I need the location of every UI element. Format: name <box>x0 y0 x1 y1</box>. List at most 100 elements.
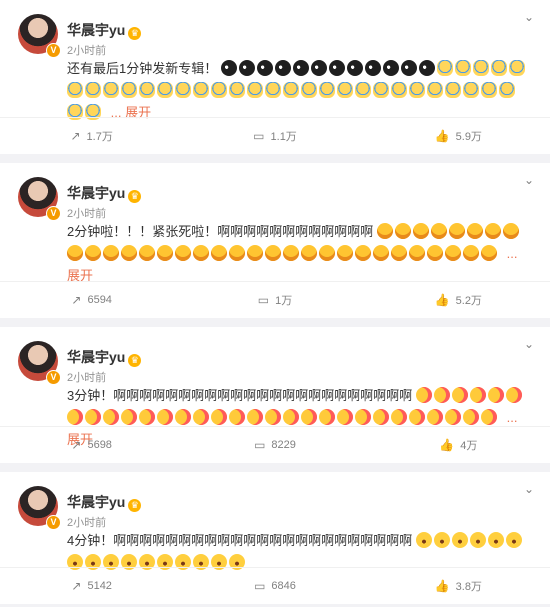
comment-button[interactable]: ▭ 1万 <box>183 292 366 308</box>
like-button[interactable]: 👍 5.9万 <box>367 128 550 144</box>
chevron-down-icon[interactable]: ⌄ <box>524 10 534 24</box>
post-card: V 华晨宇yu ♛ 2小时前 ⌄ 3分钟！啊啊啊啊啊啊啊啊啊啊啊啊啊啊啊啊啊啊啊啊… <box>0 327 550 463</box>
kiss-emoji-icon <box>103 409 119 425</box>
angry-emoji-icon <box>394 223 411 239</box>
dark-emoji-icon <box>238 60 255 76</box>
angry-emoji-icon <box>391 245 407 261</box>
kiss-emoji-icon <box>427 409 443 425</box>
sweat-emoji-icon <box>139 82 155 98</box>
crown-icon: ♛ <box>128 354 142 367</box>
angry-emoji-icon <box>463 245 479 261</box>
sweat-emoji-icon <box>445 82 461 98</box>
angry-emoji-icon <box>193 245 209 261</box>
post-actions: ↗ 5698 ▭ 8229 👍 4万 <box>0 426 550 463</box>
kiss-emoji-icon <box>469 387 486 403</box>
dark-emoji-icon <box>292 60 309 76</box>
sweat-emoji-icon <box>121 82 137 98</box>
repost-count: 6594 <box>87 294 112 306</box>
dark-emoji-icon <box>418 60 435 76</box>
author-name[interactable]: 华晨宇yu <box>67 22 125 38</box>
post-content: 2分钟啦！！！紧张死啦！啊啊啊啊啊啊啊啊啊啊啊啊 ... 展开 <box>67 221 529 287</box>
angry-emoji-icon <box>484 223 501 239</box>
repost-button[interactable]: ↗ 5142 <box>0 579 183 593</box>
sweat-emoji-icon <box>265 82 281 98</box>
like-count: 5.9万 <box>455 131 482 143</box>
angry-emoji-icon <box>139 245 155 261</box>
like-icon: 👍 <box>434 129 450 143</box>
author-name[interactable]: 华晨宇yu <box>67 494 125 510</box>
chevron-down-icon[interactable]: ⌄ <box>524 482 534 496</box>
repost-count: 5142 <box>87 580 112 592</box>
kiss-emoji-icon <box>319 409 335 425</box>
sweat-emoji-icon <box>373 82 389 98</box>
like-count: 3.8万 <box>455 581 482 593</box>
kiss-emoji-icon <box>373 409 389 425</box>
dark-emoji-icon <box>328 60 345 76</box>
sweat-emoji-icon <box>157 82 173 98</box>
post-actions: ↗ 1.7万 ▭ 1.1万 👍 5.9万 <box>0 117 550 154</box>
angry-emoji-icon <box>85 245 101 261</box>
kiss-emoji-icon <box>301 409 317 425</box>
like-icon: 👍 <box>434 293 450 307</box>
kiss-emoji-icon <box>175 409 191 425</box>
kiss-emoji-icon <box>445 409 461 425</box>
sweat-emoji-icon <box>301 82 317 98</box>
sweat-emoji-icon <box>319 82 335 98</box>
like-button[interactable]: 👍 4万 <box>367 437 550 453</box>
comment-icon: ▭ <box>257 293 270 307</box>
sweat-emoji-icon <box>283 82 299 98</box>
sweat-emoji-icon <box>454 60 471 76</box>
comment-icon: ▭ <box>254 579 266 593</box>
chevron-down-icon[interactable]: ⌄ <box>524 173 534 187</box>
repost-button[interactable]: ↗ 5698 <box>0 438 183 452</box>
sweat-emoji-icon <box>247 82 263 98</box>
weibo-feed: V 华晨宇yu ♛ 2小时前 ⌄ 还有最后1分钟发新专辑！ ... 展开 ↗ 1.7… <box>0 0 550 604</box>
angry-emoji-icon <box>481 245 497 261</box>
post-text: 4分钟！啊啊啊啊啊啊啊啊啊啊啊啊啊啊啊啊啊啊啊啊啊啊啊 <box>67 533 413 548</box>
like-button[interactable]: 👍 3.8万 <box>367 578 550 594</box>
kiss-emoji-icon <box>481 409 497 425</box>
angry-emoji-icon <box>445 245 461 261</box>
author-name[interactable]: 华晨宇yu <box>67 185 125 201</box>
crown-icon: ♛ <box>128 190 142 203</box>
crown-icon: ♛ <box>128 499 142 512</box>
verified-badge-icon: V <box>46 515 61 530</box>
sweat-emoji-icon <box>355 82 371 98</box>
chevron-down-icon[interactable]: ⌄ <box>524 337 534 351</box>
dark-emoji-icon <box>346 60 363 76</box>
comment-button[interactable]: ▭ 1.1万 <box>183 128 366 144</box>
comment-button[interactable]: ▭ 8229 <box>183 438 366 452</box>
dark-emoji-icon <box>400 60 417 76</box>
post-header: 华晨宇yu ♛ 2小时前 <box>67 494 142 530</box>
comment-button[interactable]: ▭ 6846 <box>183 579 366 593</box>
sweat-emoji-icon <box>193 82 209 98</box>
sweat-emoji-icon <box>481 82 497 98</box>
repost-button[interactable]: ↗ 6594 <box>0 293 183 307</box>
angry-emoji-icon <box>229 245 245 261</box>
like-count: 4万 <box>460 440 478 452</box>
angry-emoji-icon <box>319 245 335 261</box>
kiss-emoji-icon <box>487 387 504 403</box>
post-card: V 华晨宇yu ♛ 2小时前 ⌄ 还有最后1分钟发新专辑！ ... 展开 ↗ 1.7… <box>0 0 550 154</box>
shock-emoji-icon <box>415 532 432 548</box>
like-icon: 👍 <box>434 579 450 593</box>
comment-icon: ▭ <box>253 129 265 143</box>
like-button[interactable]: 👍 5.2万 <box>367 292 550 308</box>
angry-emoji-icon <box>412 223 429 239</box>
shock-emoji-icon <box>469 532 486 548</box>
author-name[interactable]: 华晨宇yu <box>67 349 125 365</box>
verified-badge-icon: V <box>46 43 61 58</box>
post-time: 2小时前 <box>67 45 107 57</box>
shock-emoji-icon <box>505 532 522 548</box>
angry-emoji-icon <box>301 245 317 261</box>
comment-count: 1.1万 <box>270 131 297 143</box>
dark-emoji-icon <box>220 60 237 76</box>
shock-emoji-icon <box>433 532 450 548</box>
repost-button[interactable]: ↗ 1.7万 <box>0 128 183 144</box>
kiss-emoji-icon <box>337 409 353 425</box>
angry-emoji-icon <box>67 245 83 261</box>
sweat-emoji-icon <box>427 82 443 98</box>
angry-emoji-icon <box>427 245 443 261</box>
kiss-emoji-icon <box>433 387 450 403</box>
sweat-emoji-icon <box>67 82 83 98</box>
